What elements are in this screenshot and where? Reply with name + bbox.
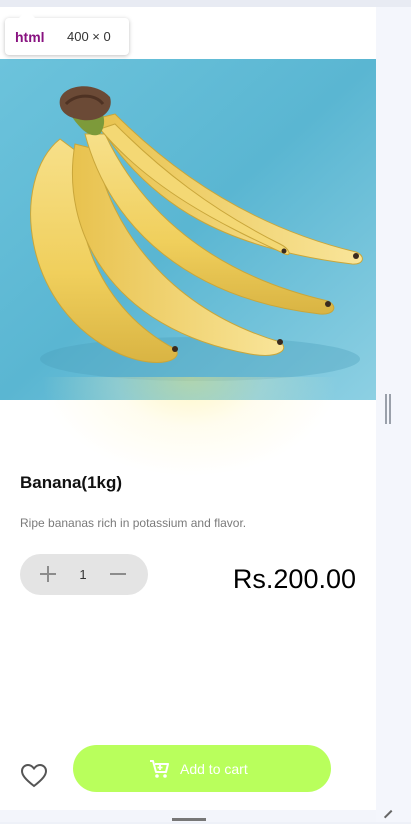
device-toolbar-gutter — [376, 7, 411, 822]
product-description: Ripe bananas rich in potassium and flavo… — [20, 516, 247, 530]
plus-icon[interactable] — [39, 565, 57, 583]
product-title: Banana(1kg) — [20, 473, 123, 492]
resize-handle[interactable] — [385, 394, 391, 424]
tooltip-element-tag: html — [15, 29, 45, 45]
browser-viewport: Banana(1kg) Ripe bananas rich in potassi… — [0, 0, 411, 824]
cart-icon — [148, 758, 170, 780]
heart-icon[interactable] — [20, 763, 48, 789]
minus-icon[interactable] — [109, 565, 127, 583]
quantity-stepper: 1 — [20, 554, 148, 595]
quantity-value: 1 — [79, 567, 87, 582]
bottom-drag-bar[interactable] — [172, 818, 206, 821]
product-detail-screen: Banana(1kg) Ripe bananas rich in potassi… — [0, 7, 376, 810]
image-glow — [40, 377, 340, 477]
tooltip-element-size: 400 × 0 — [67, 29, 111, 44]
product-price: Rs.200.00 — [232, 564, 356, 594]
product-image — [0, 59, 376, 400]
top-strip — [0, 0, 411, 7]
add-to-cart-label: Add to cart — [180, 761, 248, 777]
add-to-cart-button[interactable]: Add to cart — [73, 745, 331, 792]
inspector-tooltip: html 400 × 0 — [5, 10, 129, 55]
